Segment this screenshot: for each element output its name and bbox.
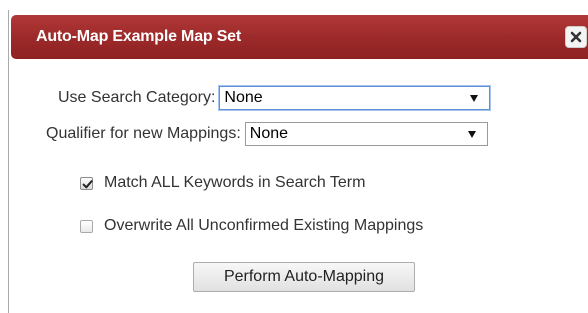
checkmark-icon: [82, 179, 93, 188]
dialog-title: Auto-Map Example Map Set: [36, 28, 242, 45]
dialog-titlebar[interactable]: Auto-Map Example Map Set: [11, 15, 588, 59]
chevron-down-icon: [470, 95, 479, 102]
overwrite-unconfirmed-checkbox[interactable]: [80, 219, 93, 233]
search-category-label: Use Search Category:: [58, 89, 216, 106]
qualifier-select[interactable]: None: [244, 122, 488, 146]
close-icon: [570, 31, 582, 43]
match-all-keywords-row: Match ALL Keywords in Search Term: [80, 174, 365, 192]
perform-auto-mapping-button[interactable]: Perform Auto-Mapping: [193, 262, 415, 292]
search-category-select[interactable]: None: [219, 86, 491, 110]
close-button[interactable]: [565, 26, 587, 48]
qualifier-row: Qualifier for new Mappings: None: [46, 122, 488, 146]
chevron-down-icon: [467, 131, 476, 138]
qualifier-label: Qualifier for new Mappings:: [46, 125, 241, 142]
overwrite-unconfirmed-label: Overwrite All Unconfirmed Existing Mappi…: [104, 217, 424, 234]
qualifier-value: None: [249, 125, 289, 142]
match-all-keywords-checkbox[interactable]: [80, 176, 93, 190]
search-category-value: None: [224, 89, 263, 106]
overwrite-unconfirmed-row: Overwrite All Unconfirmed Existing Mappi…: [80, 217, 423, 235]
search-category-row: Use Search Category: None: [58, 86, 491, 110]
match-all-keywords-label: Match ALL Keywords in Search Term: [104, 174, 366, 191]
